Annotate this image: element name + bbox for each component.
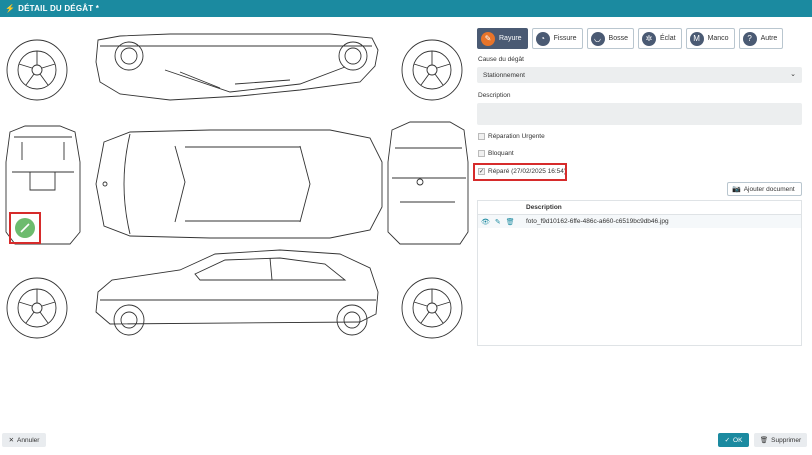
documents-header-description: Description [526, 204, 562, 211]
missing-icon: M [689, 31, 704, 46]
damage-type-fissure[interactable]: ◔ Fissure [531, 28, 583, 49]
check-icon: ✓ [724, 437, 731, 444]
repaired-highlight [473, 163, 567, 181]
title-bar: ⚡ DÉTAIL DU DÉGÂT * [0, 0, 812, 17]
urgent-label: Réparation Urgente [488, 133, 545, 140]
damage-type-eclat[interactable]: ✲ Éclat [638, 28, 682, 49]
cause-select[interactable]: Stationnement ⌄ [477, 67, 802, 83]
urgent-checkbox[interactable] [478, 133, 485, 140]
wheel-top-left [6, 39, 68, 101]
table-row: 👁 ✎ 🗑 foto_f9d10162-6ffe-486c-a660-c6519… [478, 215, 801, 228]
cause-label: Cause du dégât [478, 56, 524, 63]
documents-header: Description [478, 201, 801, 215]
damage-type-label: Bosse [608, 35, 628, 42]
description-label: Description [478, 92, 511, 99]
bolt-icon: ⚡ [5, 4, 16, 13]
delete-button[interactable]: 🗑 Supprimer [754, 433, 807, 447]
add-document-button[interactable]: 📷 Ajouter document [727, 182, 802, 196]
car-top-view [95, 129, 383, 239]
cause-value: Stationnement [483, 71, 525, 79]
blocking-checkbox-row[interactable]: Bloquant [478, 150, 514, 157]
cancel-label: Annuler [17, 436, 40, 444]
ok-button[interactable]: ✓ OK [718, 433, 749, 447]
blocking-label: Bloquant [488, 150, 514, 157]
dent-icon: ◡ [590, 31, 605, 46]
document-name: foto_f9d10162-6ffe-486c-a660-c6519bc9db4… [526, 218, 669, 225]
damage-type-rayure[interactable]: ✎ Rayure [477, 28, 528, 49]
damage-type-label: Rayure [499, 35, 522, 42]
damage-type-bosse[interactable]: ◡ Bosse [586, 28, 634, 49]
pencil-icon[interactable]: ✎ [495, 218, 501, 226]
damage-type-manco[interactable]: M Manco [685, 28, 735, 49]
add-document-label: Ajouter document [743, 185, 795, 193]
wheel-bottom-right [401, 277, 463, 339]
pencil-icon: ✎ [481, 31, 495, 46]
trash-icon[interactable]: 🗑 [506, 218, 515, 226]
damage-marker[interactable] [9, 212, 41, 244]
chip-icon: ✲ [642, 31, 656, 46]
wheel-top-right [401, 39, 463, 101]
description-field[interactable] [477, 103, 802, 125]
car-diagram[interactable] [0, 22, 470, 352]
car-rear [387, 121, 469, 245]
page-title: DÉTAIL DU DÉGÂT * [18, 4, 100, 13]
ok-label: OK [733, 436, 743, 444]
damage-type-label: Autre [760, 35, 778, 42]
car-side-top [95, 33, 379, 101]
cancel-button[interactable]: ✕ Annuler [2, 433, 46, 447]
close-icon: ✕ [8, 437, 15, 444]
delete-label: Supprimer [771, 436, 802, 444]
damage-type-group: ✎ Rayure ◔ Fissure ◡ Bosse ✲ Éclat M Man… [477, 28, 784, 49]
documents-table: Description 👁 ✎ 🗑 foto_f9d10162-6ffe-486… [477, 200, 802, 346]
blocking-checkbox[interactable] [478, 150, 485, 157]
eye-icon[interactable]: 👁 [481, 218, 490, 226]
damage-type-autre[interactable]: ? Autre [738, 28, 784, 49]
urgent-checkbox-row[interactable]: Réparation Urgente [478, 133, 545, 140]
wheel-bottom-left [6, 277, 68, 339]
damage-type-label: Éclat [660, 35, 676, 42]
car-side-bottom [95, 249, 379, 336]
trash-icon: 🗑 [759, 437, 769, 444]
chevron-down-icon: ⌄ [790, 71, 796, 78]
damage-type-label: Fissure [553, 35, 577, 42]
question-icon: ? [742, 31, 757, 46]
crack-icon: ◔ [535, 31, 550, 46]
camera-icon: 📷 [732, 186, 741, 193]
damage-type-label: Manco [707, 35, 729, 42]
row-actions: 👁 ✎ 🗑 [478, 218, 526, 226]
